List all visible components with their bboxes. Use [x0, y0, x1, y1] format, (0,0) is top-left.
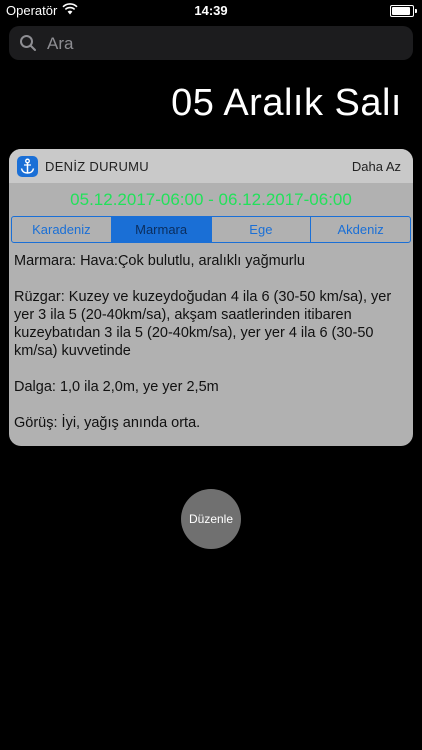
search-bar[interactable]: [9, 26, 413, 62]
report-wave: Dalga: 1,0 ila 2,0m, ye yer 2,5m: [14, 379, 219, 395]
report-wind: Rüzgar: Kuzey ve kuzeydoğudan 4 ila 6 (3…: [14, 289, 392, 359]
tab-akdeniz[interactable]: Akdeniz: [311, 217, 410, 242]
search-input[interactable]: [45, 26, 409, 62]
deniz-durumu-widget: DENİZ DURUMU Daha Az 05.12.2017-06:00 - …: [9, 149, 413, 446]
anchor-icon: [17, 156, 38, 177]
report-weather: Marmara: Hava:Çok bulutlu, aralıklı yağm…: [14, 253, 305, 269]
search-icon: [20, 35, 36, 51]
battery-icon: [390, 5, 417, 17]
date-header: 05 Aralık Salı: [171, 82, 402, 124]
date-range: 05.12.2017-06:00 - 06.12.2017-06:00: [70, 190, 352, 209]
tab-ege[interactable]: Ege: [212, 217, 312, 242]
show-less-button[interactable]: Daha Az: [352, 159, 401, 174]
widget-title: DENİZ DURUMU: [45, 159, 149, 174]
tab-karadeniz[interactable]: Karadeniz: [12, 217, 112, 242]
report-visibility: Görüş: İyi, yağış anında orta.: [14, 415, 201, 431]
tab-marmara[interactable]: Marmara: [111, 217, 212, 242]
region-tabs: Karadeniz Marmara Ege Akdeniz: [11, 216, 411, 243]
status-bar: Operatör 14:39: [0, 0, 422, 22]
widget-header: DENİZ DURUMU Daha Az: [9, 149, 413, 183]
sea-report: Marmara: Hava:Çok bulutlu, aralıklı yağm…: [14, 252, 410, 446]
status-time: 14:39: [194, 3, 228, 18]
edit-button[interactable]: Düzenle: [181, 489, 241, 549]
